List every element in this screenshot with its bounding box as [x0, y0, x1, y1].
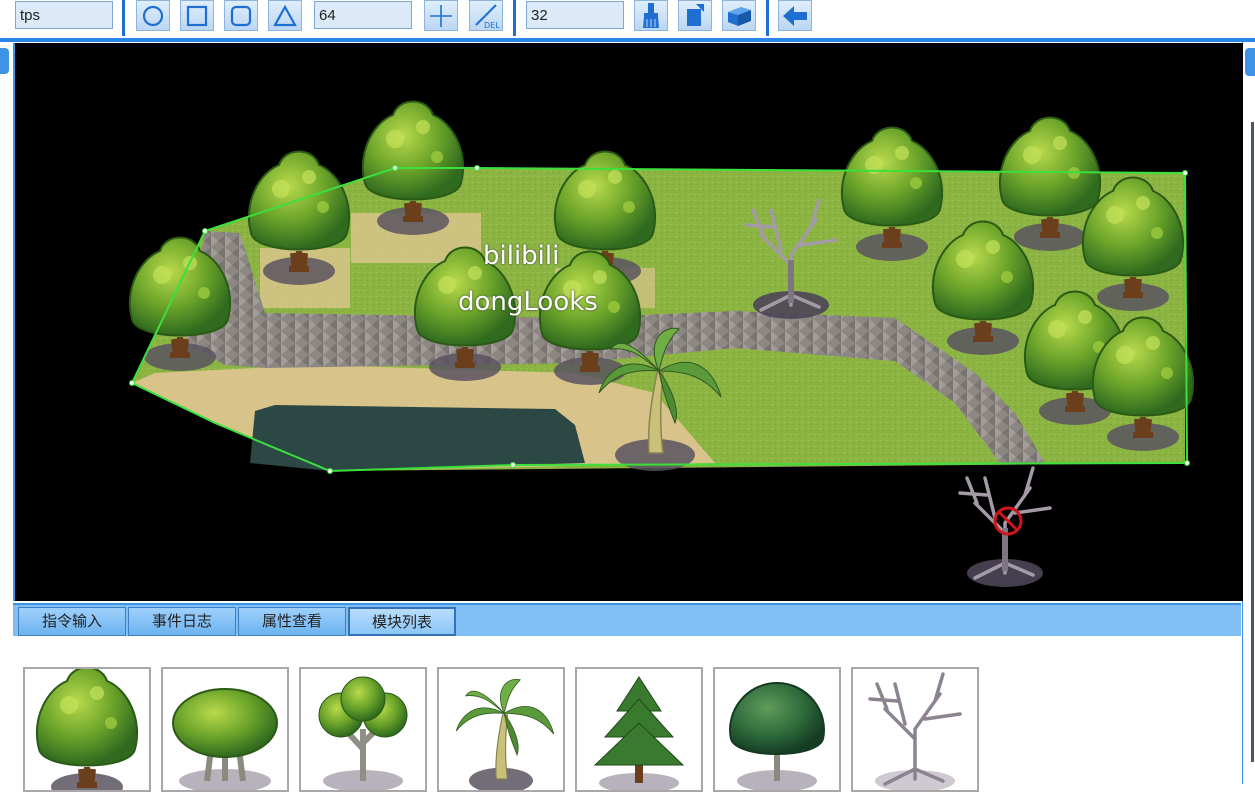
- rounded-square-tool-button[interactable]: [224, 0, 258, 31]
- cube-tool-button[interactable]: [722, 0, 756, 31]
- triangle-icon: [273, 4, 297, 27]
- wide-tree-icon: [172, 688, 278, 790]
- size-input[interactable]: [314, 1, 412, 29]
- cube-icon: [728, 7, 751, 26]
- brush-icon: [643, 3, 659, 28]
- round-tree-icon: [25, 669, 149, 790]
- map-canvas[interactable]: bilibili dongLooks: [13, 43, 1243, 601]
- circle-icon: [142, 5, 164, 27]
- dead-tree-icon: [868, 672, 962, 790]
- triangle-tool-button[interactable]: [268, 0, 302, 31]
- dark-tree-icon: [729, 681, 825, 790]
- asset-wide-tree[interactable]: [161, 667, 289, 792]
- back-arrow-icon: [783, 6, 807, 26]
- toolbar-separator: [122, 0, 125, 36]
- rounded-square-icon: [230, 5, 252, 27]
- tab-event-log[interactable]: 事件日志: [128, 607, 236, 636]
- asset-palm-tree[interactable]: [437, 667, 565, 792]
- toolbar-accent-line: [0, 38, 1255, 42]
- brush-tool-button[interactable]: [634, 0, 668, 31]
- module-list-panel: [13, 636, 1241, 792]
- delete-label: DEL: [484, 21, 500, 30]
- tab-property-view[interactable]: 属性查看: [238, 607, 346, 636]
- toolbar-separator: [513, 0, 516, 36]
- toolbar-separator: [766, 0, 769, 36]
- circle-tool-button[interactable]: [136, 0, 170, 31]
- right-panel-toggle[interactable]: [1245, 48, 1255, 76]
- bottom-tab-strip: 指令输入 事件日志 属性查看 模块列表: [13, 603, 1241, 638]
- asset-branchy-tree[interactable]: [299, 667, 427, 792]
- back-button[interactable]: [778, 0, 812, 31]
- asset-round-tree[interactable]: [23, 667, 151, 792]
- asset-dead-tree[interactable]: [851, 667, 979, 792]
- name-input[interactable]: [15, 1, 113, 29]
- tab-module-list[interactable]: 模块列表: [348, 607, 456, 636]
- toolbar: DEL: [0, 0, 1255, 38]
- grid-input[interactable]: [526, 1, 624, 29]
- rotate-icon: [687, 4, 704, 26]
- palm-tree-icon: [455, 678, 555, 790]
- map-scene: [15, 43, 1243, 601]
- square-tool-button[interactable]: [180, 0, 214, 31]
- tab-command-input[interactable]: 指令输入: [18, 607, 126, 636]
- rotate-tool-button[interactable]: [678, 0, 712, 31]
- branchy-tree-icon: [318, 676, 408, 790]
- crosshair-icon: [430, 5, 452, 27]
- right-rail: [1242, 42, 1255, 784]
- square-icon: [186, 5, 208, 27]
- delete-line-icon: DEL: [475, 4, 500, 30]
- watermark-line1: bilibili: [483, 241, 560, 271]
- watermark-line2: dongLooks: [458, 287, 598, 317]
- crosshair-tool-button[interactable]: [424, 0, 458, 31]
- left-rail: [0, 42, 10, 784]
- asset-pine-tree[interactable]: [575, 667, 703, 792]
- right-scrollbar[interactable]: [1251, 122, 1254, 762]
- pine-tree-icon: [593, 676, 685, 790]
- asset-dark-tree[interactable]: [713, 667, 841, 792]
- delete-line-tool-button[interactable]: DEL: [469, 0, 503, 31]
- left-panel-toggle[interactable]: [0, 48, 9, 74]
